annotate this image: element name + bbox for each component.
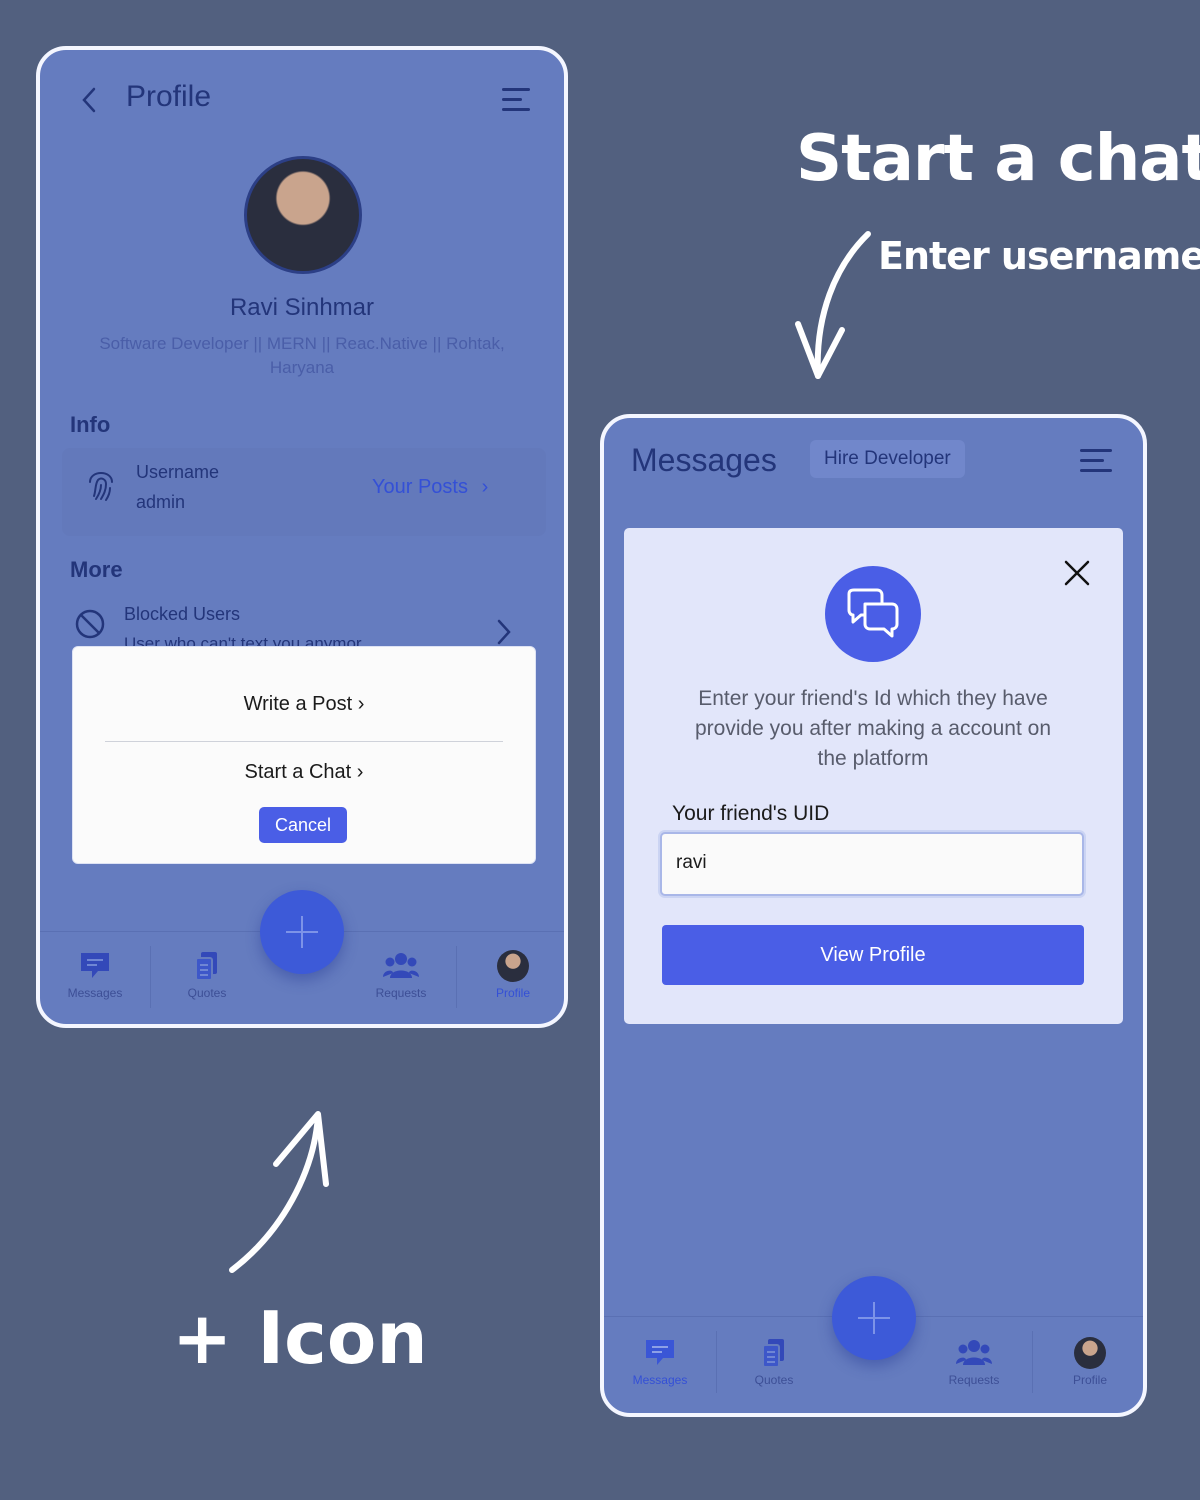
start-chat-modal: Enter your friend's Id which they have p… bbox=[624, 528, 1123, 1024]
nav-divider bbox=[150, 946, 151, 1008]
nav-quotes[interactable]: Quotes bbox=[728, 1337, 820, 1387]
nav-divider bbox=[1032, 1331, 1033, 1393]
page-title: Profile bbox=[126, 80, 212, 113]
chevron-right-icon: › bbox=[356, 761, 364, 783]
quotes-icon bbox=[762, 1339, 784, 1368]
nav-messages[interactable]: Messages bbox=[50, 950, 140, 1000]
blocked-icon bbox=[75, 609, 105, 639]
menu-icon[interactable] bbox=[502, 88, 530, 118]
info-heading: Info bbox=[70, 412, 111, 437]
caption-enter-username: Enter username bbox=[878, 234, 1200, 278]
uid-input-value: ravi bbox=[676, 852, 707, 873]
blocked-users-row[interactable]: Blocked Users User who can't text you an… bbox=[62, 598, 546, 648]
menu-icon[interactable] bbox=[1080, 449, 1112, 479]
profile-screen: Profile Ravi Sinhmar Software Developer … bbox=[36, 46, 568, 1028]
uid-label: Your friend's UID bbox=[672, 802, 830, 825]
nav-requests[interactable]: Requests bbox=[356, 950, 446, 1000]
page-title: Messages bbox=[631, 442, 777, 478]
action-sheet: Write a Post › Start a Chat › Cancel bbox=[72, 646, 536, 864]
chat-icon-circle bbox=[825, 566, 921, 662]
nav-messages[interactable]: Messages bbox=[614, 1337, 706, 1387]
profile-avatar bbox=[244, 156, 362, 274]
divider bbox=[105, 741, 503, 742]
write-post-option[interactable]: Write a Post › bbox=[73, 693, 535, 716]
plus-fab-button[interactable] bbox=[832, 1276, 916, 1360]
messages-icon bbox=[646, 1340, 674, 1365]
cancel-button[interactable]: Cancel bbox=[259, 807, 347, 843]
arrow-down-icon bbox=[795, 231, 871, 379]
avatar bbox=[497, 950, 529, 982]
info-card: Username admin Your Posts › bbox=[62, 448, 546, 536]
messages-screen: Messages Hire Developer Enter your frien… bbox=[600, 414, 1147, 1417]
nav-profile[interactable]: Profile bbox=[1044, 1337, 1136, 1387]
caption-start-chat: Start a chat bbox=[796, 122, 1200, 196]
blocked-users-title: Blocked Users bbox=[124, 604, 241, 624]
more-heading: More bbox=[70, 557, 123, 582]
modal-description: Enter your friend's Id which they have p… bbox=[694, 687, 1052, 770]
username-value: admin bbox=[136, 492, 186, 512]
arrow-up-icon bbox=[229, 1111, 329, 1273]
start-chat-label: Start a Chat bbox=[244, 761, 352, 783]
profile-bio: Software Developer || MERN || Reac.Nativ… bbox=[99, 334, 505, 377]
uid-input[interactable]: ravi bbox=[660, 832, 1084, 896]
profile-name: Ravi Sinhmar bbox=[229, 294, 375, 321]
messages-icon bbox=[81, 953, 109, 978]
start-chat-option[interactable]: Start a Chat › bbox=[73, 761, 535, 784]
your-posts-label: Your Posts bbox=[372, 476, 468, 498]
username-label: Username bbox=[136, 462, 220, 482]
chevron-right-icon: › bbox=[357, 693, 365, 715]
nav-profile[interactable]: Profile bbox=[468, 950, 558, 1000]
nav-quotes[interactable]: Quotes bbox=[162, 950, 252, 1000]
nav-requests[interactable]: Requests bbox=[928, 1337, 1020, 1387]
avatar bbox=[1074, 1337, 1106, 1369]
chevron-right-icon bbox=[497, 619, 511, 645]
chat-bubbles-icon bbox=[847, 588, 899, 638]
fingerprint-icon bbox=[89, 472, 113, 501]
requests-icon bbox=[956, 1340, 992, 1365]
caption-plus-icon: + Icon bbox=[172, 1296, 428, 1380]
quotes-icon bbox=[195, 952, 217, 981]
nav-divider bbox=[456, 946, 457, 1008]
write-post-label: Write a Post bbox=[243, 693, 353, 715]
chevron-right-icon: › bbox=[481, 476, 489, 498]
close-icon[interactable] bbox=[1064, 560, 1090, 586]
view-profile-button[interactable]: View Profile bbox=[662, 925, 1084, 985]
hire-developer-button[interactable]: Hire Developer bbox=[810, 440, 965, 478]
nav-divider bbox=[716, 1331, 717, 1393]
requests-icon bbox=[383, 953, 419, 978]
back-chevron-icon[interactable] bbox=[80, 86, 98, 114]
plus-fab-button[interactable] bbox=[260, 890, 344, 974]
your-posts-link[interactable]: Your Posts › bbox=[372, 476, 488, 499]
